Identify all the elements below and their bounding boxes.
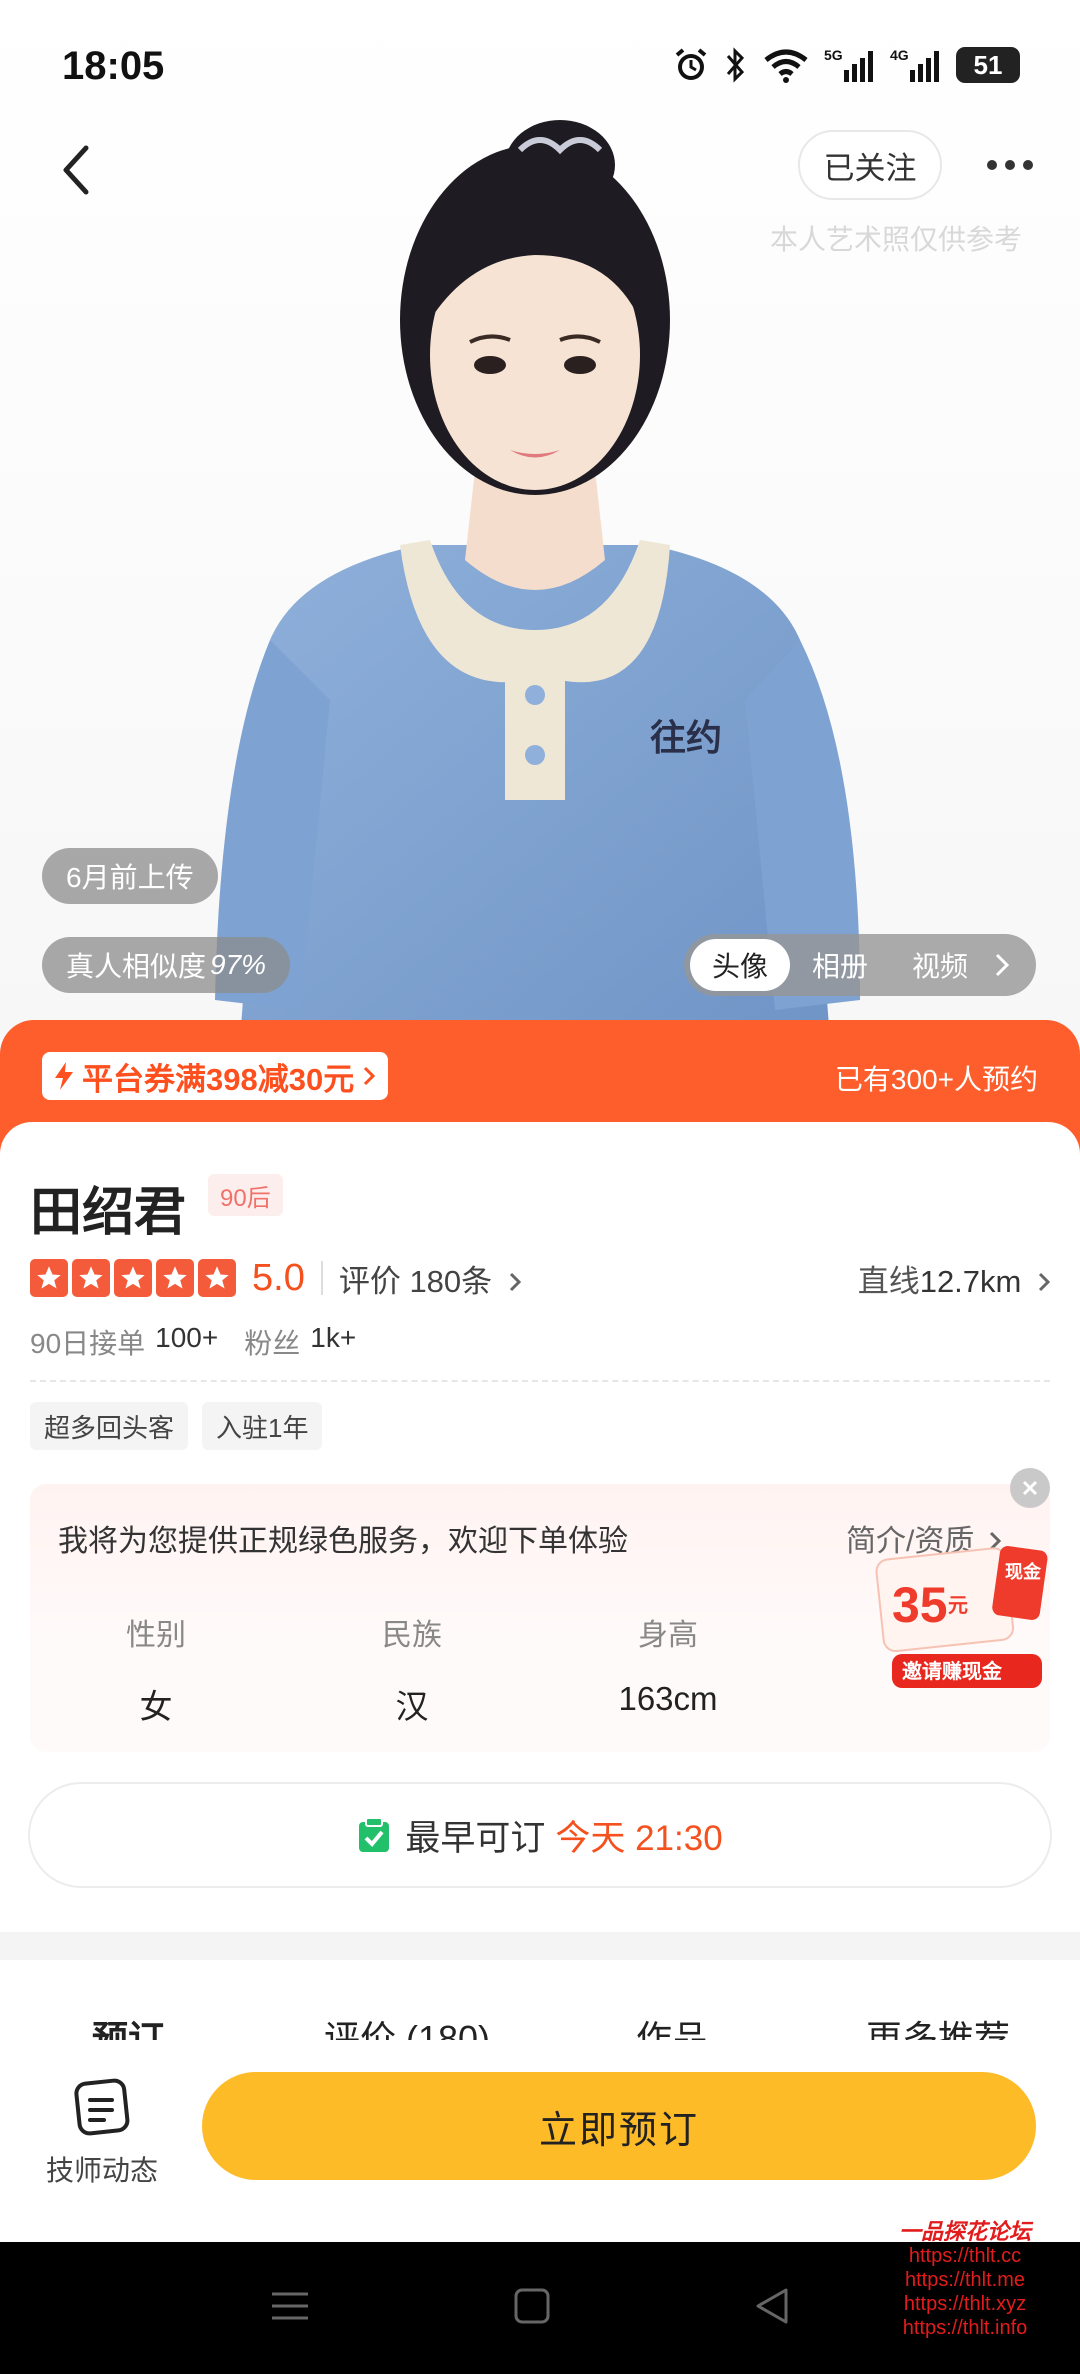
stats-row: 90日接单 100+ 粉丝 1k+ [30, 1322, 372, 1362]
status-bar: 18:05 5G 4G 51 [0, 0, 1080, 140]
rating-stars [30, 1259, 236, 1297]
similarity-label: 真人相似度 [66, 951, 207, 982]
chevron-right-icon [1038, 1272, 1050, 1291]
rating-row: 5.0 评价 180条 直线12.7km [30, 1250, 1050, 1306]
lightning-icon [55, 1062, 73, 1090]
attr-value: 汉 [395, 1688, 429, 1725]
wifi-icon [764, 49, 808, 83]
orders-label: 90日接单 [30, 1328, 146, 1359]
reviews-text: 评价 180条 [338, 1263, 493, 1299]
coupon-text: 平台券满398减30元 [82, 1061, 355, 1097]
divider [320, 1261, 323, 1295]
follow-button[interactable]: 已关注 [798, 130, 942, 200]
technician-moments-button[interactable]: 技师动态 [40, 2078, 164, 2189]
earliest-time: 今天 21:30 [555, 1818, 723, 1858]
orders-value: 100+ [155, 1322, 219, 1353]
content-tabs: 预订 评价 (180) 作品 更多推荐 [0, 1960, 1080, 2059]
forum-url: https://thlt.info [902, 2317, 1028, 2339]
bottom-action-bar: 技师动态 立即预订 [0, 2040, 1080, 2240]
similarity-badge: 真人相似度 97% [42, 937, 291, 993]
back-nav-icon[interactable] [752, 2286, 792, 2326]
forum-url: https://thlt.me [904, 2269, 1026, 2291]
status-icons: 5G 4G 51 [672, 46, 1020, 84]
booked-count: 已有300+人预约 [834, 1064, 1038, 1095]
attr-value: 163cm [618, 1680, 718, 1717]
tag-returning-customers: 超多回头客 [30, 1402, 189, 1450]
attr-key: 性别 [126, 1619, 186, 1652]
back-button[interactable] [36, 130, 116, 210]
signal-4g-icon: 4G [890, 47, 939, 82]
tag-list: 超多回头客 入驻1年 [30, 1402, 323, 1450]
home-icon[interactable] [512, 2286, 552, 2326]
chevron-right-icon[interactable] [994, 952, 1010, 978]
dashed-divider [30, 1380, 1050, 1382]
tag-joined: 入驻1年 [202, 1402, 323, 1450]
attr-ethnicity: 民族 汉 [312, 1610, 512, 1728]
chevron-right-icon [509, 1272, 521, 1291]
intro-text: 我将为您提供正规绿色服务，欢迎下单体验 [58, 1525, 628, 1558]
distance-value: 12.7km [919, 1263, 1022, 1299]
signal-5g-label: 5G [824, 47, 843, 63]
section-gap [0, 1932, 1080, 1960]
star-icon [156, 1259, 194, 1297]
calendar-check-icon [359, 1817, 390, 1852]
reward-label: 邀请赚现金 [902, 1659, 1003, 1683]
age-badge: 90后 [208, 1174, 283, 1216]
technician-name: 田绍君 [30, 1184, 187, 1242]
reward-unit: 元 [948, 1595, 968, 1617]
status-time: 18:05 [62, 44, 165, 88]
attr-key: 身高 [638, 1619, 698, 1652]
forum-watermark: 一品探花论坛 https://thlt.cc https://thlt.me h… [850, 2220, 1080, 2340]
moments-icon [74, 2078, 130, 2136]
distance-label: 直线 [857, 1263, 920, 1299]
attr-value: 女 [139, 1688, 173, 1725]
star-icon [30, 1259, 68, 1297]
chevron-right-icon [364, 1066, 376, 1086]
media-tab-avatar[interactable]: 头像 [690, 939, 791, 991]
forum-url: https://thlt.xyz [903, 2293, 1027, 2315]
star-icon [72, 1259, 110, 1297]
photo-disclaimer: 本人艺术照仅供参考 [769, 224, 1022, 255]
coupon-button[interactable]: 平台券满398减30元 [42, 1052, 389, 1100]
fans-label: 粉丝 [244, 1328, 301, 1359]
book-now-button[interactable]: 立即预订 [202, 2072, 1036, 2180]
more-options-button[interactable] [970, 140, 1050, 190]
battery-indicator: 51 [956, 47, 1020, 83]
upload-time-badge: 6月前上传 [42, 848, 218, 904]
attr-key: 民族 [382, 1619, 442, 1652]
moments-label: 技师动态 [45, 2155, 158, 2186]
similarity-value: 97% [210, 949, 267, 980]
media-tab-album[interactable]: 相册 [790, 939, 890, 991]
profile-card: 田绍君 90后 5.0 评价 180条 直线12.7km 90日接单 100+ … [0, 1122, 1080, 1932]
hero-section: 往约 18:05 5G 4G 51 已关注 本人艺术照仅供参考 6月前上传 真人… [0, 0, 1080, 1040]
back-arrow-icon [63, 145, 89, 195]
uniform-logo-text: 往约 [650, 717, 722, 759]
signal-4g-label: 4G [890, 47, 909, 63]
star-icon [114, 1259, 152, 1297]
attr-height: 身高 163cm [568, 1610, 768, 1718]
technician-profile-page: 往约 18:05 5G 4G 51 已关注 本人艺术照仅供参考 6月前上传 真人… [0, 0, 1080, 2374]
more-dots-icon [987, 160, 1033, 170]
menu-icon[interactable] [270, 2286, 310, 2326]
earliest-booking[interactable]: 最早可订 今天 21:30 [28, 1782, 1052, 1888]
media-tab-video[interactable]: 视频 [890, 939, 990, 991]
reward-corner: 现金 [1005, 1561, 1042, 1582]
star-icon [198, 1259, 236, 1297]
signal-5g-icon: 5G [824, 47, 873, 82]
close-reward-button[interactable] [1010, 1468, 1050, 1508]
attr-gender: 性别 女 [56, 1610, 256, 1728]
bluetooth-icon [726, 47, 745, 83]
forum-url: https://thlt.cc [908, 2245, 1022, 2267]
fans-value: 1k+ [310, 1322, 357, 1353]
reviews-link[interactable]: 评价 180条 [339, 1256, 521, 1301]
invite-reward-badge[interactable]: 35 元 现金 邀请赚现金 [872, 1542, 1052, 1692]
alarm-icon [675, 48, 707, 80]
forum-title: 一品探花论坛 [898, 2219, 1031, 2244]
earliest-label: 最早可订 [405, 1818, 546, 1858]
media-tabs: 头像 相册 视频 [684, 934, 1036, 996]
distance-link[interactable]: 直线12.7km [858, 1256, 1050, 1301]
reward-amount: 35 [892, 1577, 948, 1633]
close-icon [1022, 1480, 1038, 1496]
rating-score: 5.0 [252, 1256, 305, 1299]
